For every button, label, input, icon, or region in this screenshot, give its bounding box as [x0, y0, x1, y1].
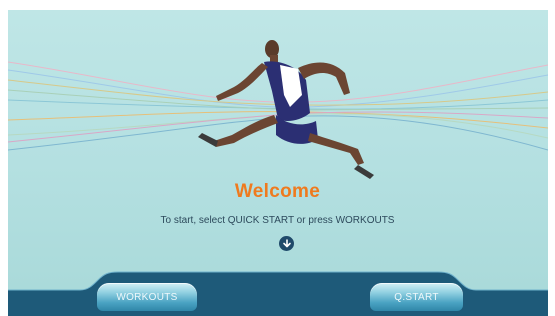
welcome-screen: Welcome To start, select QUICK START or … [0, 0, 555, 316]
start-instructions-text: To start, select QUICK START or press WO… [160, 215, 395, 226]
arrow-down-icon [282, 238, 291, 247]
bottom-navigation-bar [8, 271, 548, 316]
scroll-down-button[interactable] [279, 236, 294, 251]
hurdler-athlete-image [198, 40, 374, 179]
quick-start-button[interactable]: Q.START [370, 283, 463, 311]
welcome-heading: Welcome [234, 181, 321, 202]
workouts-button[interactable]: WORKOUTS [97, 283, 197, 311]
